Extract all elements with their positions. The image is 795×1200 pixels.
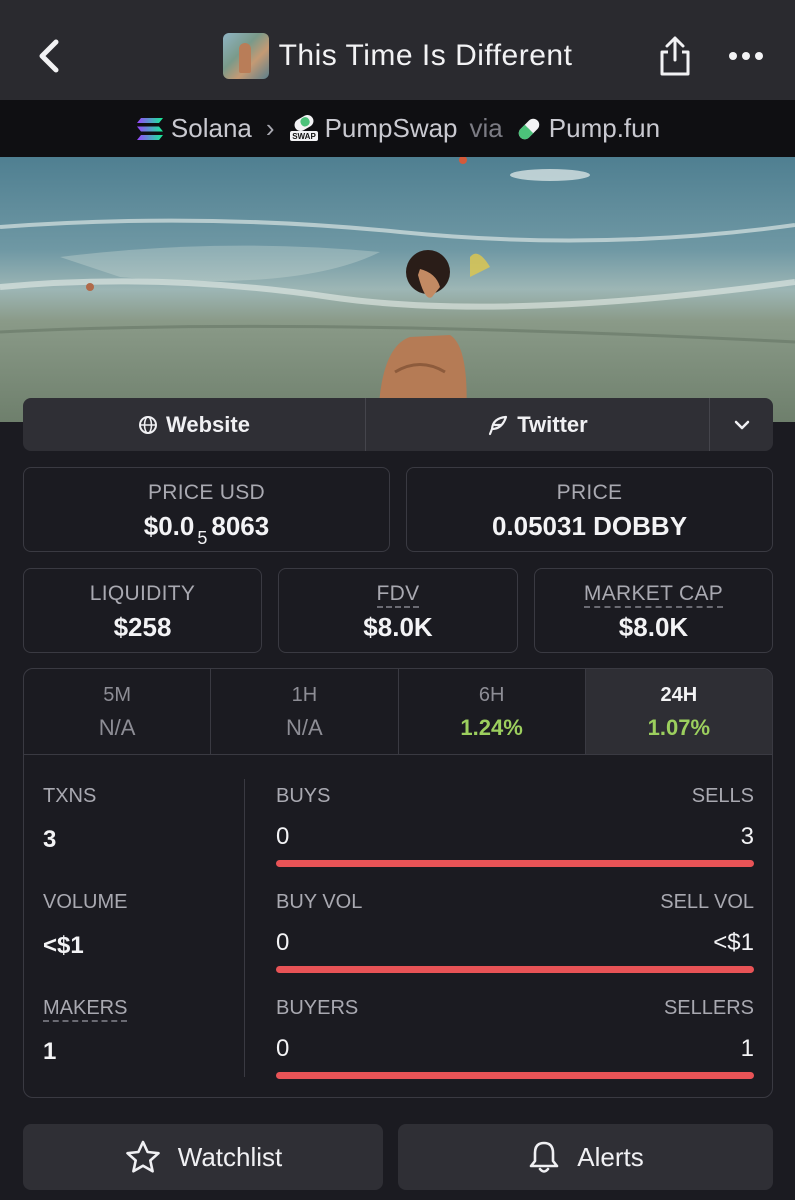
token-avatar <box>222 33 269 79</box>
txns-label: TXNS <box>43 785 97 807</box>
sells-value: 3 <box>740 823 754 850</box>
tab-24h-change: 1.07% <box>647 715 711 740</box>
links-bar: Website Twitter <box>23 398 773 451</box>
globe-icon <box>139 415 158 434</box>
tab-5m[interactable]: 5M N/A <box>24 669 212 754</box>
dex-link[interactable]: SWAP PumpSwap <box>289 113 458 144</box>
fdv-card[interactable]: FDV $8.0K <box>278 568 518 653</box>
activity-rows: TXNS 3 BUYS SELLS 0 3 VOLUME <$1 BUY VOL SE… <box>24 755 772 1097</box>
price-card: PRICE 0.05031 DOBBY <box>406 467 773 552</box>
bell-icon <box>529 1141 559 1173</box>
price-usd-label: PRICE USD <box>147 481 266 504</box>
via-label: via <box>469 113 503 143</box>
buys-value: 0 <box>276 823 290 850</box>
website-label: Website <box>166 411 250 437</box>
market-cap-value: $8.0K <box>618 612 689 642</box>
price-usd-card: PRICE USD $0.0 5 8063 <box>23 467 390 552</box>
solana-icon <box>136 117 163 140</box>
token-banner-image <box>0 157 795 422</box>
tab-24h[interactable]: 24H 1.07% <box>585 669 772 754</box>
volume-value: <$1 <box>43 932 84 959</box>
tab-5m-change: N/A <box>98 715 136 740</box>
timeframe-tabs: 5M N/A 1H N/A 6H 1.24% 24H 1.07% <box>24 669 772 755</box>
price-label: PRICE <box>556 481 623 504</box>
sells-label: SELLS <box>691 785 754 807</box>
twitter-button[interactable]: Twitter <box>366 398 710 451</box>
dex-label: PumpSwap <box>324 113 458 143</box>
share-button[interactable] <box>657 34 693 78</box>
price-usd-zero-count: 5 <box>197 528 208 548</box>
twitter-label: Twitter <box>517 411 588 437</box>
alerts-label: Alerts <box>577 1141 644 1172</box>
buys-sells-bar <box>276 860 754 867</box>
buyers-sellers-row: BUYERS SELLERS 0 1 <box>276 997 754 1079</box>
page-title: This Time Is Different <box>278 39 573 72</box>
star-icon <box>125 1140 160 1173</box>
fdv-value: $8.0K <box>363 612 433 642</box>
chain-link[interactable]: Solana <box>135 113 252 144</box>
liquidity-value: $258 <box>113 612 172 642</box>
market-cap-label: MARKET CAP <box>583 582 724 608</box>
market-cap-card[interactable]: MARKET CAP $8.0K <box>534 568 773 653</box>
sell-vol-value: <$1 <box>713 929 754 956</box>
watchlist-button[interactable]: Watchlist <box>23 1124 383 1190</box>
alerts-button[interactable]: Alerts <box>398 1124 773 1190</box>
sellers-label: SELLERS <box>663 997 754 1019</box>
txns-value: 3 <box>43 826 57 853</box>
breadcrumb: Solana › SWAP PumpSwap via Pump.fun <box>0 100 795 157</box>
more-button[interactable] <box>726 42 766 70</box>
feather-icon <box>489 415 508 435</box>
buyers-label: BUYERS <box>276 997 359 1019</box>
volume-stat: VOLUME <$1 <box>43 891 127 960</box>
chevron-down-icon <box>734 420 749 429</box>
makers-label: MAKERS <box>43 997 128 1022</box>
buy-sell-volume-bar <box>276 966 754 973</box>
makers-value: 1 <box>43 1038 57 1065</box>
txns-stat: TXNS 3 <box>43 785 96 854</box>
buys-sells-row: BUYS SELLS 0 3 <box>276 785 754 867</box>
tab-1h[interactable]: 1H N/A <box>211 669 399 754</box>
liquidity-label: LIQUIDITY <box>89 582 196 605</box>
launchpad-link[interactable]: Pump.fun <box>515 113 660 144</box>
pumpswap-icon: SWAP <box>289 114 318 141</box>
buyers-value: 0 <box>276 1035 290 1062</box>
share-icon <box>660 36 690 76</box>
chevron-right-icon: › <box>265 113 275 143</box>
more-horizontal-icon <box>729 52 763 60</box>
price-usd-value: $0.0 5 8063 <box>143 511 270 548</box>
volume-label: VOLUME <box>43 891 128 913</box>
buyers-sellers-bar <box>276 1072 754 1079</box>
column-divider <box>244 779 245 1077</box>
pill-icon <box>518 118 540 139</box>
fdv-label: FDV <box>376 582 420 608</box>
sell-vol-label: SELL VOL <box>660 891 754 913</box>
tab-6h[interactable]: 6H 1.24% <box>399 669 586 754</box>
tab-1h-change: N/A <box>286 715 323 740</box>
liquidity-card: LIQUIDITY $258 <box>23 568 262 653</box>
sellers-value: 1 <box>740 1035 754 1062</box>
more-links-button[interactable] <box>710 398 773 451</box>
buy-vol-value: 0 <box>276 929 290 956</box>
buy-vol-label: BUY VOL <box>276 891 363 913</box>
svg-text:SWAP: SWAP <box>292 132 316 141</box>
makers-stat[interactable]: MAKERS 1 <box>43 997 128 1066</box>
buy-sell-volume-row: BUY VOL SELL VOL 0 <$1 <box>276 891 754 973</box>
launchpad-label: Pump.fun <box>548 113 661 143</box>
buys-label: BUYS <box>276 785 331 807</box>
top-bar: This Time Is Different <box>0 0 795 100</box>
watchlist-label: Watchlist <box>177 1141 283 1172</box>
tab-6h-change: 1.24% <box>460 715 523 740</box>
website-button[interactable]: Website <box>23 398 366 451</box>
activity-panel: 5M N/A 1H N/A 6H 1.24% 24H 1.07% TXNS 3 … <box>23 668 773 1098</box>
price-value: 0.05031 DOBBY <box>491 511 688 541</box>
chain-label: Solana <box>170 113 252 143</box>
